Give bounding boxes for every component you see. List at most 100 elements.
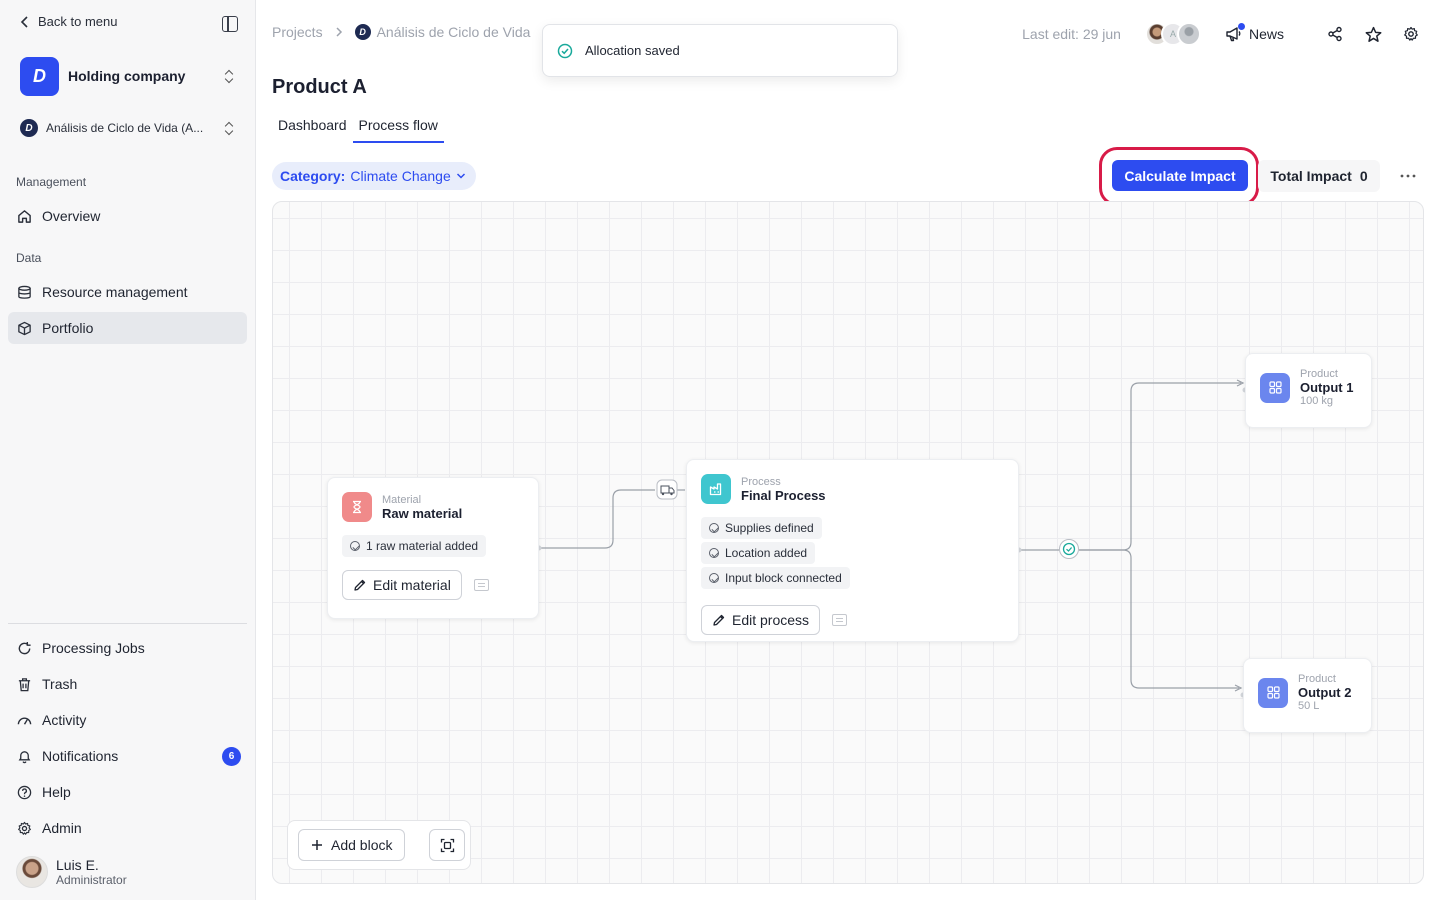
edit-material-label: Edit material <box>373 577 451 593</box>
sidebar-item-label: Trash <box>42 676 78 692</box>
breadcrumb: Projects D Análisis de Ciclo de Vida <box>272 24 530 40</box>
bell-icon <box>16 748 32 764</box>
sidebar-item-activity[interactable]: Activity <box>8 704 247 736</box>
product-header: Product Output 1 100 kg <box>1246 354 1371 407</box>
sidebar-item-trash[interactable]: Trash <box>8 668 247 700</box>
process-header: Process Final Process <box>687 460 1018 504</box>
category-dropdown[interactable]: Category: Climate Change <box>272 162 476 190</box>
chip-label: Input block connected <box>725 571 842 585</box>
add-block-label: Add block <box>331 837 393 853</box>
sidebar-item-label: Resource management <box>42 284 188 300</box>
check-circle-icon <box>557 43 573 58</box>
process-block[interactable]: Process Final Process Supplies defined L… <box>686 459 1019 642</box>
notification-count-badge: 6 <box>222 747 241 766</box>
status-chip: Input block connected <box>701 567 850 589</box>
sidebar-item-label: Help <box>42 784 71 800</box>
avatar <box>16 856 48 888</box>
status-chip: 1 raw material added <box>342 535 487 557</box>
category-label: Category: <box>280 168 346 184</box>
block-type-label: Product <box>1300 368 1338 380</box>
sidebar-item-portfolio[interactable]: Portfolio <box>8 312 247 344</box>
sidebar-item-processing-jobs[interactable]: Processing Jobs <box>8 632 247 664</box>
block-title: Raw material <box>382 505 463 521</box>
settings-gear-icon[interactable] <box>1400 23 1422 45</box>
product-block-output-1[interactable]: Product Output 1 100 kg <box>1245 353 1372 428</box>
company-switcher[interactable]: D Holding company <box>20 56 240 96</box>
plus-icon <box>312 840 322 850</box>
avatar <box>1176 22 1201 46</box>
edit-process-button[interactable]: Edit process <box>701 605 821 635</box>
project-switcher[interactable]: D Análisis de Ciclo de Vida (A... <box>20 117 240 139</box>
back-to-menu-link[interactable]: Back to menu <box>20 14 118 29</box>
sidebar-item-label: Overview <box>42 208 101 224</box>
sidebar-item-resource-management[interactable]: Resource management <box>8 276 247 308</box>
sidebar-item-notifications[interactable]: Notifications 6 <box>8 740 247 772</box>
check-circle-icon <box>709 548 719 558</box>
fit-view-icon <box>440 838 455 852</box>
sidebar-item-label: Processing Jobs <box>42 640 145 656</box>
check-circle-icon <box>709 573 719 583</box>
chevron-right-icon <box>336 27 342 37</box>
collapse-sidebar-icon[interactable] <box>222 16 238 32</box>
comment-icon[interactable] <box>832 614 848 626</box>
truck-icon <box>656 479 678 500</box>
breadcrumb-project[interactable]: D Análisis de Ciclo de Vida <box>354 24 530 40</box>
add-block-button[interactable]: Add block <box>298 829 406 861</box>
block-type-label: Process <box>741 475 781 488</box>
company-name: Holding company <box>68 68 186 84</box>
management-section-label: Management <box>16 175 87 189</box>
chip-label: Supplies defined <box>725 521 814 535</box>
product-block-output-2[interactable]: Product Output 2 50 L <box>1243 658 1372 733</box>
top-actions: Last edit: 29 jun A News <box>1022 20 1422 48</box>
status-chip: Location added <box>701 542 816 564</box>
chip-label: 1 raw material added <box>366 539 479 553</box>
category-value: Climate Change <box>350 168 451 184</box>
data-section-label: Data <box>16 251 42 265</box>
tab-dashboard[interactable]: Dashboard <box>272 115 353 143</box>
share-icon[interactable] <box>1324 23 1346 45</box>
toast-notification: Allocation saved <box>542 24 898 77</box>
home-icon <box>16 208 32 224</box>
database-icon <box>16 284 32 300</box>
block-type-label: Material <box>382 493 422 506</box>
news-button[interactable]: News <box>1225 23 1284 42</box>
hourglass-icon <box>342 492 372 522</box>
calculate-impact-button[interactable]: Calculate Impact <box>1112 160 1248 191</box>
status-chip: Supplies defined <box>701 517 822 539</box>
sidebar: Back to menu D Holding company D Análisi… <box>0 0 256 900</box>
edit-material-button[interactable]: Edit material <box>342 570 462 600</box>
sidebar-divider <box>8 623 247 624</box>
factory-icon <box>701 474 731 504</box>
canvas-toolbar: Add block <box>287 820 471 870</box>
user-profile[interactable]: Luis E. Administrator <box>16 856 127 888</box>
chip-label: Location added <box>725 546 808 560</box>
grid-icon <box>1260 372 1290 403</box>
user-role: Administrator <box>56 873 127 887</box>
sidebar-item-help[interactable]: Help <box>8 776 247 808</box>
sidebar-item-label: Activity <box>42 712 87 728</box>
trash-icon <box>16 676 32 692</box>
sidebar-item-label: Notifications <box>42 748 119 764</box>
project-name: Análisis de Ciclo de Vida (A... <box>46 121 204 135</box>
check-circle-icon <box>709 523 719 533</box>
block-title: Final Process <box>741 487 826 503</box>
tab-bar: Dashboard Process flow <box>272 115 444 143</box>
more-options-icon[interactable] <box>1398 166 1418 186</box>
material-block[interactable]: Material Raw material 1 raw material add… <box>327 477 539 619</box>
star-icon[interactable] <box>1362 23 1384 45</box>
collaborator-avatars[interactable]: A <box>1144 22 1201 46</box>
flow-canvas[interactable]: Material Raw material 1 raw material add… <box>272 201 1424 884</box>
sidebar-item-label: Portfolio <box>42 320 94 336</box>
page-title: Product A <box>272 76 367 98</box>
check-circle-icon <box>1059 539 1079 559</box>
process-actions: Edit process <box>687 589 1018 635</box>
comment-icon[interactable] <box>473 579 489 591</box>
breadcrumb-projects[interactable]: Projects <box>272 24 323 40</box>
fit-view-button[interactable] <box>429 829 466 861</box>
gear-icon <box>16 820 32 836</box>
block-type-label: Product <box>1298 673 1336 685</box>
sidebar-item-overview[interactable]: Overview <box>8 200 247 232</box>
sidebar-item-admin[interactable]: Admin <box>8 812 247 844</box>
tab-process-flow[interactable]: Process flow <box>352 115 444 143</box>
box-icon <box>16 320 32 336</box>
